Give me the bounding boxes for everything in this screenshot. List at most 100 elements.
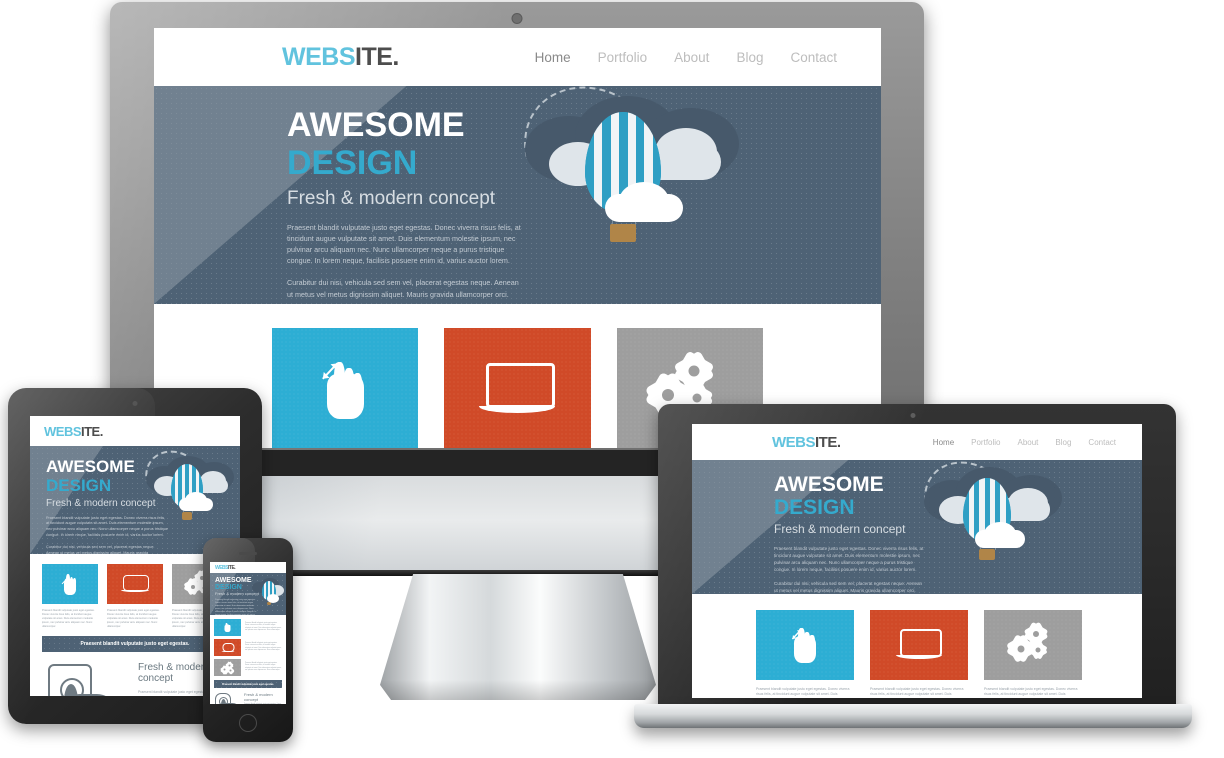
stand-shadow bbox=[380, 679, 656, 700]
hero-illustration bbox=[907, 460, 1074, 586]
balloon-basket bbox=[181, 512, 193, 520]
laptop-icon bbox=[896, 628, 943, 662]
logo-text-secondary: ITE. bbox=[228, 564, 236, 571]
nav-item-about[interactable]: About bbox=[1018, 438, 1039, 447]
feature-box-gears[interactable] bbox=[214, 659, 241, 676]
hero-title-line1: AWESOME bbox=[46, 457, 135, 476]
feature-box-touch[interactable] bbox=[756, 610, 854, 680]
laptop-icon bbox=[221, 642, 235, 653]
hero-title-line2: DESIGN bbox=[215, 584, 242, 591]
feature-box-touch[interactable] bbox=[272, 328, 419, 448]
hero-paragraph-2: Curabitur dui nisi, vehicula sed sem vel… bbox=[774, 581, 923, 594]
feature-box-laptop[interactable] bbox=[444, 328, 591, 448]
logo-text-secondary: ITE. bbox=[81, 423, 103, 439]
laptop-icon bbox=[479, 361, 556, 417]
feature-box-laptop[interactable] bbox=[870, 610, 968, 680]
hero-title-line1: AWESOME bbox=[215, 577, 252, 584]
nav-item-portfolio[interactable]: Portfolio bbox=[971, 438, 1000, 447]
hero-illustration bbox=[498, 86, 759, 284]
logo-text-primary: WEBS bbox=[772, 433, 816, 451]
lower-text-block: Fresh & modern concept Praesent blandit … bbox=[244, 692, 282, 704]
feature-item: Praesent blandit vulputate justo eget eg… bbox=[214, 619, 282, 636]
desktop-site-navbar: WEBSITE. Home Portfolio About Blog Conta… bbox=[154, 28, 881, 86]
hero-title-line2: DESIGN bbox=[46, 476, 112, 495]
hero-paragraph-2: Curabitur dui nisi, vehicula sed sem vel… bbox=[46, 545, 155, 554]
promo-banner-text: Praesent blandit vulputate justo eget eg… bbox=[80, 641, 190, 648]
nav-item-contact[interactable]: Contact bbox=[1088, 438, 1116, 447]
hot-air-balloon bbox=[585, 112, 661, 242]
phone-home-button[interactable] bbox=[239, 714, 257, 732]
laptop-base bbox=[634, 704, 1192, 728]
nav-item-home[interactable]: Home bbox=[933, 438, 954, 447]
touch-hand-icon bbox=[223, 623, 232, 633]
nav-item-home[interactable]: Home bbox=[535, 50, 571, 65]
feature-box-laptop[interactable] bbox=[214, 639, 241, 656]
feature-caption: Praesent blandit vulputate justo eget eg… bbox=[245, 642, 282, 651]
touch-hand-icon bbox=[316, 358, 374, 420]
feature-box-gears[interactable] bbox=[984, 610, 1082, 680]
site-logo[interactable]: WEBSITE. bbox=[772, 434, 841, 451]
logo-text-secondary: ITE. bbox=[815, 433, 841, 451]
touch-hand-icon bbox=[788, 626, 822, 664]
feature-caption: Praesent blandit vulputate justo eget eg… bbox=[870, 687, 964, 698]
hand-tapping-phone-illustration bbox=[42, 662, 126, 696]
feature-caption: Praesent blandit vulputate justo eget eg… bbox=[245, 662, 282, 671]
hero-paragraph-2: Curabitur dui nisi, vehicula sed sem vel… bbox=[287, 278, 519, 299]
feature-box-laptop[interactable] bbox=[107, 564, 163, 604]
lower-heading: Fresh & modern concept bbox=[244, 692, 273, 702]
hero-paragraph-1: Praesent blandit vulputate justo eget eg… bbox=[774, 545, 924, 573]
logo-text-primary: WEBS bbox=[44, 423, 82, 439]
balloon-basket bbox=[610, 223, 636, 242]
feature-caption: Praesent blandit vulputate justo eget eg… bbox=[42, 609, 95, 628]
logo-text-primary: WEBS bbox=[282, 42, 356, 71]
nav-item-blog[interactable]: Blog bbox=[736, 50, 763, 65]
hero-title-line1: AWESOME bbox=[774, 473, 884, 496]
site-nav-links: Home Portfolio About Blog Contact bbox=[535, 50, 837, 65]
hero-subtitle: Fresh & modern concept bbox=[774, 522, 906, 536]
monitor-stand bbox=[380, 574, 656, 700]
hero-title-line2: DESIGN bbox=[287, 144, 418, 182]
site-logo[interactable]: WEBSITE. bbox=[215, 564, 236, 571]
monitor-camera-icon bbox=[511, 13, 523, 24]
site-logo[interactable]: WEBSITE. bbox=[282, 43, 399, 72]
hero-title-line1: AWESOME bbox=[287, 106, 465, 144]
laptop-icon bbox=[121, 574, 149, 594]
monitor-screen: WEBSITE. Home Portfolio About Blog Conta… bbox=[154, 28, 881, 448]
laptop-screen: WEBSITE. Home Portfolio About Blog Conta… bbox=[692, 424, 1142, 698]
tablet-site-navbar: WEBSITE. bbox=[30, 416, 240, 446]
hero-paragraph-1: Praesent blandit vulputate justo eget eg… bbox=[287, 222, 521, 266]
touch-hand-icon bbox=[60, 573, 80, 595]
tablet-camera-icon bbox=[132, 401, 138, 406]
hand-tapping-phone-illustration bbox=[214, 692, 240, 704]
smartphone-device: WEBSITE. AWESOME DESIGN Fresh & modern c… bbox=[203, 538, 293, 742]
feature-item: Praesent blandit vulputate justo eget eg… bbox=[214, 639, 282, 656]
logo-text-primary: WEBS bbox=[215, 564, 229, 571]
feature-box-touch[interactable] bbox=[42, 564, 98, 604]
laptop-site-navbar: WEBSITE. Home Portfolio About Blog Conta… bbox=[692, 424, 1142, 460]
laptop-camera-icon bbox=[910, 413, 916, 418]
feature-box-touch[interactable] bbox=[214, 619, 241, 636]
hero-text-block: AWESOME DESIGN Fresh & modern concept Pr… bbox=[210, 573, 259, 615]
hero-paragraph-1: Praesent blandit vulputate justo eget eg… bbox=[46, 515, 168, 538]
nav-item-blog[interactable]: Blog bbox=[1055, 438, 1071, 447]
nav-item-contact[interactable]: Contact bbox=[790, 50, 837, 65]
phone-speaker-icon bbox=[239, 552, 257, 555]
phone-screen: WEBSITE. AWESOME DESIGN Fresh & modern c… bbox=[210, 562, 286, 704]
nav-item-portfolio[interactable]: Portfolio bbox=[598, 50, 648, 65]
cloud-front-b bbox=[179, 498, 213, 511]
promo-banner-text: Praesent blandit vulputate justo eget eg… bbox=[221, 682, 275, 686]
hero-text-block: AWESOME DESIGN Fresh & modern concept Pr… bbox=[154, 86, 522, 300]
promo-banner: Praesent blandit vulputate justo eget eg… bbox=[42, 636, 228, 653]
hero-title-line2: DESIGN bbox=[774, 496, 855, 519]
nav-item-about[interactable]: About bbox=[674, 50, 709, 65]
laptop-hero-section: AWESOME DESIGN Fresh & modern concept Pr… bbox=[692, 460, 1142, 594]
cloud-front-a bbox=[267, 594, 279, 603]
hero-subtitle: Fresh & modern concept bbox=[287, 188, 496, 209]
illustration-hand bbox=[70, 694, 112, 696]
cloud-front-b bbox=[605, 194, 683, 222]
hero-text-block: AWESOME DESIGN Fresh & modern concept Pr… bbox=[692, 460, 924, 594]
feature-caption: Praesent blandit vulputate justo eget eg… bbox=[245, 622, 282, 631]
site-logo[interactable]: WEBSITE. bbox=[44, 424, 103, 439]
laptop-device: WEBSITE. Home Portfolio About Blog Conta… bbox=[634, 404, 1192, 734]
responsive-devices-mockup: WEBSITE. Home Portfolio About Blog Conta… bbox=[0, 0, 1224, 758]
